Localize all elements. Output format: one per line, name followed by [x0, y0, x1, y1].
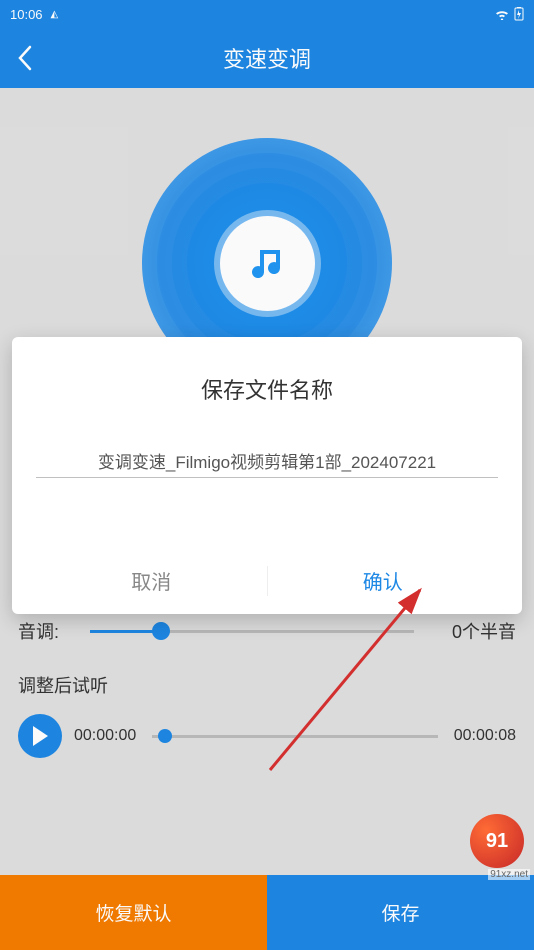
modal-container: 保存文件名称 取消 确认	[0, 0, 534, 950]
dialog-title: 保存文件名称	[36, 373, 498, 405]
cancel-button[interactable]: 取消	[36, 548, 267, 614]
watermark: 91 91xz.net	[464, 814, 530, 880]
confirm-button[interactable]: 确认	[268, 548, 499, 614]
watermark-site: 91xz.net	[488, 869, 530, 880]
filename-input[interactable]	[36, 445, 498, 478]
watermark-badge: 91	[470, 814, 524, 868]
save-filename-dialog: 保存文件名称 取消 确认	[12, 337, 522, 614]
